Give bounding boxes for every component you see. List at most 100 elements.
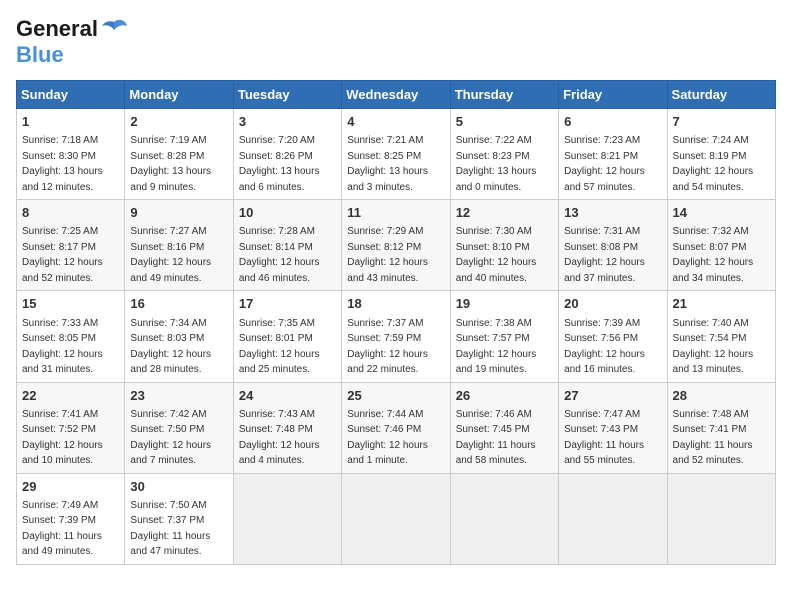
calendar-day: 10 Sunrise: 7:28 AMSunset: 8:14 PMDayligh…	[233, 200, 341, 291]
day-number: 5	[456, 113, 553, 131]
logo: General Blue	[16, 16, 128, 68]
calendar-week-row: 29 Sunrise: 7:49 AMSunset: 7:39 PMDayligh…	[17, 473, 776, 564]
col-header-sunday: Sunday	[17, 81, 125, 109]
day-info: Sunrise: 7:41 AMSunset: 7:52 PMDaylight:…	[22, 409, 103, 467]
day-info: Sunrise: 7:21 AMSunset: 8:25 PMDaylight:…	[347, 135, 428, 193]
day-number: 2	[130, 113, 227, 131]
day-number: 28	[673, 387, 770, 405]
calendar-week-row: 22 Sunrise: 7:41 AMSunset: 7:52 PMDayligh…	[17, 382, 776, 473]
col-header-wednesday: Wednesday	[342, 81, 450, 109]
calendar-day: 4 Sunrise: 7:21 AMSunset: 8:25 PMDaylight…	[342, 109, 450, 200]
col-header-monday: Monday	[125, 81, 233, 109]
calendar-day-empty	[233, 473, 341, 564]
calendar-day-empty	[667, 473, 775, 564]
calendar-day: 8 Sunrise: 7:25 AMSunset: 8:17 PMDaylight…	[17, 200, 125, 291]
calendar-day: 9 Sunrise: 7:27 AMSunset: 8:16 PMDaylight…	[125, 200, 233, 291]
day-info: Sunrise: 7:28 AMSunset: 8:14 PMDaylight:…	[239, 226, 320, 284]
calendar-day: 20 Sunrise: 7:39 AMSunset: 7:56 PMDayligh…	[559, 291, 667, 382]
day-number: 29	[22, 478, 119, 496]
calendar-day: 3 Sunrise: 7:20 AMSunset: 8:26 PMDaylight…	[233, 109, 341, 200]
day-number: 4	[347, 113, 444, 131]
day-info: Sunrise: 7:43 AMSunset: 7:48 PMDaylight:…	[239, 409, 320, 467]
calendar-day: 1 Sunrise: 7:18 AMSunset: 8:30 PMDaylight…	[17, 109, 125, 200]
day-info: Sunrise: 7:22 AMSunset: 8:23 PMDaylight:…	[456, 135, 537, 193]
day-info: Sunrise: 7:38 AMSunset: 7:57 PMDaylight:…	[456, 318, 537, 376]
day-info: Sunrise: 7:30 AMSunset: 8:10 PMDaylight:…	[456, 226, 537, 284]
calendar-day: 29 Sunrise: 7:49 AMSunset: 7:39 PMDayligh…	[17, 473, 125, 564]
day-info: Sunrise: 7:49 AMSunset: 7:39 PMDaylight:…	[22, 500, 102, 558]
calendar-day-empty	[342, 473, 450, 564]
day-info: Sunrise: 7:35 AMSunset: 8:01 PMDaylight:…	[239, 318, 320, 376]
day-number: 25	[347, 387, 444, 405]
day-number: 6	[564, 113, 661, 131]
day-info: Sunrise: 7:20 AMSunset: 8:26 PMDaylight:…	[239, 135, 320, 193]
day-info: Sunrise: 7:23 AMSunset: 8:21 PMDaylight:…	[564, 135, 645, 193]
calendar-day: 11 Sunrise: 7:29 AMSunset: 8:12 PMDayligh…	[342, 200, 450, 291]
day-number: 17	[239, 295, 336, 313]
calendar-day: 15 Sunrise: 7:33 AMSunset: 8:05 PMDayligh…	[17, 291, 125, 382]
day-number: 15	[22, 295, 119, 313]
col-header-thursday: Thursday	[450, 81, 558, 109]
calendar-day: 7 Sunrise: 7:24 AMSunset: 8:19 PMDaylight…	[667, 109, 775, 200]
day-info: Sunrise: 7:18 AMSunset: 8:30 PMDaylight:…	[22, 135, 103, 193]
day-number: 1	[22, 113, 119, 131]
calendar-day: 25Sunrise: 7:44 AMSunset: 7:46 PMDayligh…	[342, 382, 450, 473]
day-info: Sunrise: 7:32 AMSunset: 8:07 PMDaylight:…	[673, 226, 754, 284]
day-info: Sunrise: 7:39 AMSunset: 7:56 PMDaylight:…	[564, 318, 645, 376]
day-number: 8	[22, 204, 119, 222]
calendar-day: 6 Sunrise: 7:23 AMSunset: 8:21 PMDaylight…	[559, 109, 667, 200]
day-number: 10	[239, 204, 336, 222]
calendar-day: 21 Sunrise: 7:40 AMSunset: 7:54 PMDayligh…	[667, 291, 775, 382]
day-number: 13	[564, 204, 661, 222]
calendar-day: 14 Sunrise: 7:32 AMSunset: 8:07 PMDayligh…	[667, 200, 775, 291]
day-info: Sunrise: 7:33 AMSunset: 8:05 PMDaylight:…	[22, 318, 103, 376]
calendar-week-row: 1 Sunrise: 7:18 AMSunset: 8:30 PMDaylight…	[17, 109, 776, 200]
day-number: 27	[564, 387, 661, 405]
calendar-day: 16 Sunrise: 7:34 AMSunset: 8:03 PMDayligh…	[125, 291, 233, 382]
calendar-day: 12 Sunrise: 7:30 AMSunset: 8:10 PMDayligh…	[450, 200, 558, 291]
day-number: 19	[456, 295, 553, 313]
day-number: 20	[564, 295, 661, 313]
page-header: General Blue	[16, 16, 776, 68]
calendar-day: 13Sunrise: 7:31 AMSunset: 8:08 PMDayligh…	[559, 200, 667, 291]
calendar-day: 24 Sunrise: 7:43 AMSunset: 7:48 PMDayligh…	[233, 382, 341, 473]
calendar-week-row: 8 Sunrise: 7:25 AMSunset: 8:17 PMDaylight…	[17, 200, 776, 291]
day-number: 24	[239, 387, 336, 405]
calendar-week-row: 15 Sunrise: 7:33 AMSunset: 8:05 PMDayligh…	[17, 291, 776, 382]
day-info: Sunrise: 7:25 AMSunset: 8:17 PMDaylight:…	[22, 226, 103, 284]
calendar-day: 30Sunrise: 7:50 AMSunset: 7:37 PMDayligh…	[125, 473, 233, 564]
day-number: 9	[130, 204, 227, 222]
day-number: 22	[22, 387, 119, 405]
day-info: Sunrise: 7:27 AMSunset: 8:16 PMDaylight:…	[130, 226, 211, 284]
day-info: Sunrise: 7:46 AMSunset: 7:45 PMDaylight:…	[456, 409, 536, 467]
col-header-saturday: Saturday	[667, 81, 775, 109]
calendar-day: 5 Sunrise: 7:22 AMSunset: 8:23 PMDaylight…	[450, 109, 558, 200]
logo-text-general: General	[16, 16, 98, 42]
calendar-day: 18Sunrise: 7:37 AMSunset: 7:59 PMDayligh…	[342, 291, 450, 382]
calendar-day-empty	[559, 473, 667, 564]
day-info: Sunrise: 7:24 AMSunset: 8:19 PMDaylight:…	[673, 135, 754, 193]
logo-bird-icon	[100, 18, 128, 40]
day-number: 11	[347, 204, 444, 222]
day-info: Sunrise: 7:42 AMSunset: 7:50 PMDaylight:…	[130, 409, 211, 467]
day-number: 21	[673, 295, 770, 313]
day-info: Sunrise: 7:29 AMSunset: 8:12 PMDaylight:…	[347, 226, 428, 284]
calendar-header-row: SundayMondayTuesdayWednesdayThursdayFrid…	[17, 81, 776, 109]
calendar-day: 22 Sunrise: 7:41 AMSunset: 7:52 PMDayligh…	[17, 382, 125, 473]
day-info: Sunrise: 7:34 AMSunset: 8:03 PMDaylight:…	[130, 318, 211, 376]
calendar-day: 19 Sunrise: 7:38 AMSunset: 7:57 PMDayligh…	[450, 291, 558, 382]
day-number: 12	[456, 204, 553, 222]
day-number: 14	[673, 204, 770, 222]
col-header-friday: Friday	[559, 81, 667, 109]
calendar-day: 27 Sunrise: 7:47 AMSunset: 7:43 PMDayligh…	[559, 382, 667, 473]
calendar-day-empty	[450, 473, 558, 564]
day-number: 3	[239, 113, 336, 131]
calendar-day: 28Sunrise: 7:48 AMSunset: 7:41 PMDayligh…	[667, 382, 775, 473]
day-number: 7	[673, 113, 770, 131]
calendar-day: 26Sunrise: 7:46 AMSunset: 7:45 PMDayligh…	[450, 382, 558, 473]
day-number: 16	[130, 295, 227, 313]
calendar-day: 17 Sunrise: 7:35 AMSunset: 8:01 PMDayligh…	[233, 291, 341, 382]
day-info: Sunrise: 7:40 AMSunset: 7:54 PMDaylight:…	[673, 318, 754, 376]
day-number: 18	[347, 295, 444, 313]
day-info: Sunrise: 7:47 AMSunset: 7:43 PMDaylight:…	[564, 409, 644, 467]
